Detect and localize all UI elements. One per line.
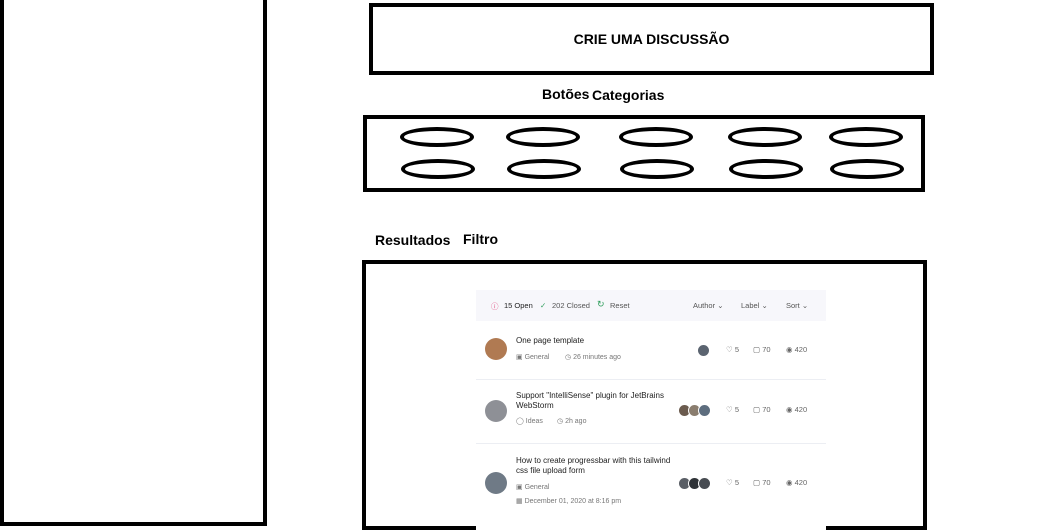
comment-icon: ▢	[753, 478, 761, 487]
categories-label: Categorias	[592, 87, 665, 103]
filter-label[interactable]: Filtro	[463, 231, 498, 247]
author-filter[interactable]: Author ⌄	[693, 301, 724, 310]
comments-count: 70	[762, 405, 771, 414]
participants	[697, 344, 710, 357]
comment-icon: ▢	[753, 405, 761, 414]
clock-icon: ◷	[565, 354, 572, 361]
check-icon: ✓	[540, 301, 547, 310]
issue-time: ▦ December 01, 2020 at 8:16 pm	[516, 497, 621, 505]
sidebar-frame	[0, 0, 267, 526]
likes-count: 5	[734, 405, 739, 414]
heart-icon: ♡	[726, 478, 733, 487]
open-count[interactable]: 15 Open	[504, 301, 533, 310]
reset-button[interactable]: Reset	[610, 301, 630, 310]
issue-time: ◷ 2h ago	[557, 417, 586, 425]
views-count: 420	[794, 405, 808, 414]
issue-category: ◯ Ideas	[516, 417, 543, 425]
avatar	[698, 404, 711, 417]
comments: ▢ 70	[753, 345, 771, 354]
issue-title-line: How to create progressbar with this tail…	[516, 456, 671, 465]
eye-icon: ◉	[786, 478, 793, 487]
chevron-down-icon: ⌄	[717, 301, 724, 310]
likes: ♡ 5	[726, 405, 739, 414]
likes-count: 5	[734, 345, 739, 354]
chevron-down-icon: ⌄	[801, 301, 809, 310]
avatar	[485, 472, 507, 494]
heart-icon: ♡	[726, 345, 733, 354]
views-count: 420	[794, 478, 808, 487]
issue-category: ▣ General	[516, 483, 549, 491]
comments-count: 70	[762, 478, 771, 487]
heart-icon: ♡	[726, 405, 733, 414]
calendar-icon: ▦	[516, 498, 523, 505]
closed-count[interactable]: 202 Closed	[552, 301, 590, 310]
open-issues-icon: ⓘ	[491, 302, 499, 311]
issue-list-panel: ⓘ 15 Open ✓ 202 Closed ↻ Reset Author ⌄ …	[476, 290, 826, 530]
folder-icon: ▣	[516, 354, 523, 361]
issue-time-label: 26 minutes ago	[573, 354, 621, 361]
sort-filter-label: Sort	[786, 301, 800, 310]
category-button[interactable]	[401, 159, 475, 179]
participants	[678, 404, 711, 417]
reset-icon: ↻	[597, 299, 605, 309]
issue-row[interactable]: One page template ▣ General ◷ 26 minutes…	[476, 321, 826, 380]
clock-icon: ◷	[557, 418, 564, 425]
comments: ▢ 70	[753, 478, 771, 487]
category-button[interactable]	[829, 127, 903, 147]
category-button[interactable]	[620, 159, 694, 179]
avatar	[697, 344, 710, 357]
views: ◉ 420	[786, 478, 807, 487]
issue-toolbar: ⓘ 15 Open ✓ 202 Closed ↻ Reset Author ⌄ …	[476, 290, 826, 321]
buttons-label: Botões	[542, 86, 590, 102]
issue-time-label: 2h ago	[565, 418, 587, 425]
category-button[interactable]	[507, 159, 581, 179]
issue-time: ◷ 26 minutes ago	[565, 353, 621, 361]
results-label: Resultados	[375, 232, 451, 248]
issue-category: ▣ General	[516, 353, 549, 361]
eye-icon: ◉	[786, 405, 793, 414]
avatar	[698, 477, 711, 490]
issue-category-label: General	[524, 354, 550, 361]
issue-title-line: WebStorm	[516, 401, 554, 410]
issue-title[interactable]: Support "IntelliSense" plugin for JetBra…	[516, 391, 664, 411]
category-button[interactable]	[729, 159, 803, 179]
category-button[interactable]	[728, 127, 802, 147]
views: ◉ 420	[786, 345, 807, 354]
category-button[interactable]	[619, 127, 693, 147]
issue-title[interactable]: How to create progressbar with this tail…	[516, 456, 670, 476]
issue-title-line: css file upload form	[516, 466, 585, 475]
create-discussion-label: CRIE UMA DISCUSSÃO	[573, 31, 730, 47]
folder-icon: ▣	[516, 484, 523, 491]
chevron-down-icon: ⌄	[761, 301, 768, 310]
issue-row[interactable]: Support "IntelliSense" plugin for JetBra…	[476, 379, 826, 444]
category-button[interactable]	[506, 127, 580, 147]
comments: ▢ 70	[753, 405, 771, 414]
avatar	[485, 338, 507, 360]
lightbulb-icon: ◯	[516, 418, 524, 425]
likes-count: 5	[734, 478, 739, 487]
views: ◉ 420	[786, 405, 807, 414]
likes: ♡ 5	[726, 478, 739, 487]
issue-title-line: Support "IntelliSense" plugin for JetBra…	[516, 391, 664, 400]
label-filter-label: Label	[741, 301, 760, 310]
avatar	[485, 400, 507, 422]
issue-category-label: Ideas	[525, 418, 543, 425]
category-button[interactable]	[400, 127, 474, 147]
sort-filter[interactable]: Sort ⌄	[786, 301, 808, 310]
comments-count: 70	[762, 345, 771, 354]
participants	[678, 477, 711, 490]
label-filter[interactable]: Label ⌄	[741, 301, 768, 310]
author-filter-label: Author	[693, 301, 716, 310]
likes: ♡ 5	[726, 345, 739, 354]
issue-category-label: General	[524, 484, 550, 491]
issue-row[interactable]: How to create progressbar with this tail…	[476, 443, 826, 530]
eye-icon: ◉	[786, 345, 793, 354]
category-button[interactable]	[830, 159, 904, 179]
views-count: 420	[794, 345, 808, 354]
comment-icon: ▢	[753, 345, 761, 354]
issue-time-label: December 01, 2020 at 8:16 pm	[524, 498, 622, 505]
issue-title[interactable]: One page template	[516, 336, 584, 346]
